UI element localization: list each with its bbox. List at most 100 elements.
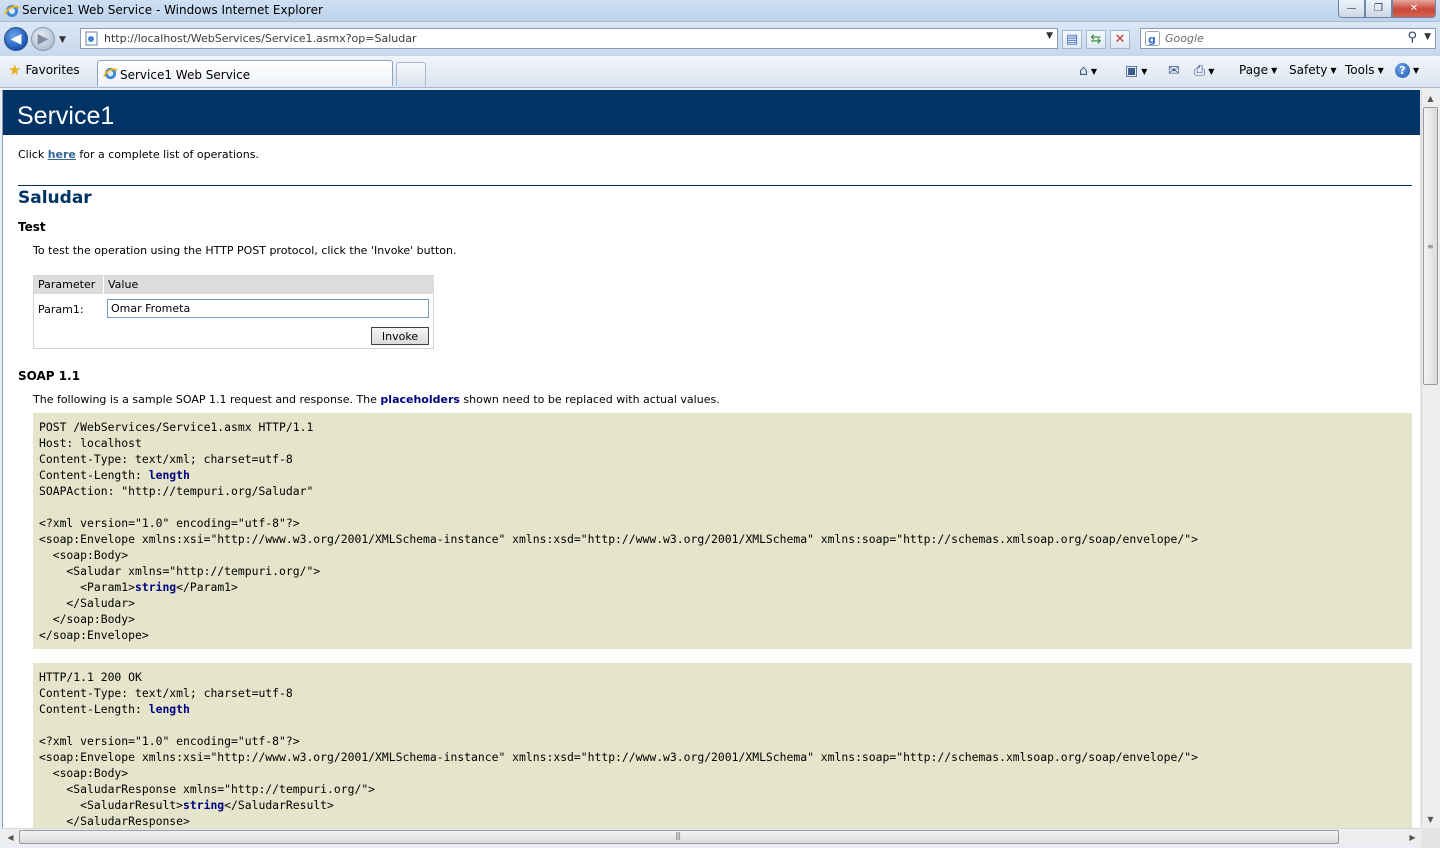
scroll-left-icon[interactable]: ◀ — [2, 829, 19, 846]
compatibility-view-button[interactable]: ▤ — [1062, 30, 1082, 49]
maximize-button[interactable]: ❐ — [1365, 0, 1392, 18]
test-description: To test the operation using the HTTP POS… — [33, 244, 457, 257]
grip-icon: ||| — [675, 831, 681, 840]
print-icon: ⎙ — [1194, 63, 1206, 79]
help-icon: ? — [1395, 63, 1410, 78]
parameter-table: Parameter Value Param1: Invoke — [33, 275, 434, 349]
home-dropdown[interactable]: ▼ — [1091, 67, 1097, 76]
favorites-button[interactable]: ★ Favorites — [8, 61, 80, 79]
navigation-bar: ◀ ▶ ▼ ▼ ▤ ⇆ ✕ g ⚲ ▼ — [0, 22, 1440, 56]
invoke-button[interactable]: Invoke — [371, 327, 429, 345]
recent-pages-dropdown[interactable]: ▼ — [59, 35, 66, 45]
new-tab-button[interactable] — [396, 62, 426, 86]
ie-logo-icon — [103, 67, 118, 80]
param1-label: Param1: — [38, 303, 84, 316]
scrollbar-corner — [1421, 828, 1440, 848]
request-line: <?xml version="1.0" encoding="utf-8"?> — [39, 516, 300, 530]
forward-button[interactable]: ▶ — [31, 27, 55, 51]
placeholder-value: string — [183, 798, 225, 812]
request-line: SOAPAction: "http://tempuri.org/Saludar" — [39, 484, 314, 498]
soap-desc-before: The following is a sample SOAP 1.1 reque… — [33, 393, 381, 406]
page-icon — [85, 31, 98, 46]
safety-menu[interactable]: Safety ▼ — [1289, 63, 1337, 77]
tools-menu[interactable]: Tools ▼ — [1345, 63, 1384, 77]
search-icon[interactable]: ⚲ — [1407, 30, 1417, 45]
response-line: <SaludarResponse xmlns="http://tempuri.o… — [39, 782, 376, 796]
soap-response-sample: HTTP/1.1 200 OK Content-Type: text/xml; … — [33, 663, 1412, 828]
horizontal-scroll-thumb[interactable]: ||| — [19, 830, 1339, 844]
intro-text-after: for a complete list of operations. — [75, 148, 259, 161]
request-line: </soap:Body> — [39, 612, 136, 626]
page-menu[interactable]: Page ▼ — [1239, 63, 1277, 77]
response-line: <soap:Body> — [39, 766, 129, 780]
response-line: <SaludarResult>string</SaludarResult> — [39, 798, 334, 812]
mail-icon: ✉ — [1168, 63, 1180, 79]
request-line: Host: localhost — [39, 436, 142, 450]
response-line: Content-Type: text/xml; charset=utf-8 — [39, 686, 293, 700]
minimize-button[interactable]: — — [1338, 0, 1365, 18]
stop-button[interactable]: ✕ — [1110, 30, 1130, 49]
close-window-button[interactable]: ✕ — [1392, 0, 1436, 18]
scroll-down-icon[interactable]: ▼ — [1422, 811, 1439, 828]
response-line: HTTP/1.1 200 OK — [39, 670, 142, 684]
page-viewport: Service1 Click here for a complete list … — [2, 90, 1420, 828]
back-button[interactable]: ◀ — [4, 27, 28, 51]
compatibility-view-icon: ▤ — [1065, 32, 1079, 47]
param1-input[interactable] — [107, 299, 429, 318]
refresh-button[interactable]: ⇆ — [1086, 30, 1106, 49]
page-menu-label: Page — [1239, 63, 1269, 77]
url-input[interactable] — [104, 30, 1024, 47]
search-box[interactable]: g ⚲ ▼ — [1140, 28, 1436, 49]
read-mail-button[interactable]: ✉ — [1168, 63, 1180, 79]
favorites-star-icon: ★ — [8, 61, 22, 79]
search-options-dropdown[interactable]: ▼ — [1424, 32, 1431, 42]
request-line: POST /WebServices/Service1.asmx HTTP/1.1 — [39, 420, 314, 434]
address-dropdown[interactable]: ▼ — [1046, 31, 1053, 41]
operations-intro: Click here for a complete list of operat… — [18, 148, 259, 161]
response-line: Content-Length: length — [39, 702, 190, 716]
value-column-header: Value — [104, 276, 434, 294]
print-button[interactable]: ⎙ ▼ — [1194, 63, 1214, 79]
request-line: Content-Length: length — [39, 468, 190, 482]
vertical-scroll-thumb[interactable]: ≡ — [1423, 107, 1438, 385]
google-icon: g — [1145, 31, 1160, 46]
horizontal-scrollbar[interactable]: ◀ ||| ▶ — [2, 828, 1421, 845]
search-input[interactable] — [1165, 30, 1395, 47]
scroll-right-icon[interactable]: ▶ — [1404, 829, 1421, 846]
feeds-dropdown[interactable]: ▼ — [1141, 67, 1147, 76]
scroll-up-icon[interactable]: ▲ — [1422, 90, 1439, 107]
svg-text:g: g — [1148, 33, 1156, 46]
safety-menu-label: Safety — [1289, 63, 1328, 77]
request-line: <soap:Body> — [39, 548, 129, 562]
intro-text-before: Click — [18, 148, 48, 161]
tab-service1[interactable]: Service1 Web Service — [97, 60, 393, 86]
help-menu[interactable]: ? ▼ — [1395, 63, 1419, 78]
home-button[interactable]: ⌂ ▼ — [1079, 63, 1097, 79]
vertical-scrollbar[interactable]: ▲ ≡ ▼ — [1421, 90, 1438, 828]
print-dropdown[interactable]: ▼ — [1208, 67, 1214, 76]
favorites-label: Favorites — [25, 63, 80, 77]
test-heading: Test — [18, 220, 46, 234]
section-divider — [18, 185, 1412, 186]
tools-menu-label: Tools — [1345, 63, 1375, 77]
window-title: Service1 Web Service - Windows Internet … — [22, 3, 323, 17]
forward-arrow-icon: ▶ — [37, 31, 49, 47]
parameter-column-header: Parameter — [34, 276, 103, 294]
command-bar: ★ Favorites Service1 Web Service ⌂ ▼ ▣ ▼ ✉… — [0, 56, 1440, 88]
ie-logo-icon — [4, 5, 20, 17]
chevron-down-icon: ▼ — [1271, 65, 1278, 75]
request-line: </Saludar> — [39, 596, 136, 610]
feeds-button[interactable]: ▣ ▼ — [1125, 63, 1147, 79]
operation-title: Saludar — [18, 188, 92, 208]
request-line: <Param1>string</Param1> — [39, 580, 238, 594]
request-line: </soap:Envelope> — [39, 628, 149, 642]
response-line: </SaludarResponse> — [39, 814, 190, 828]
response-line: <soap:Envelope xmlns:xsi="http://www.w3.… — [39, 750, 1198, 764]
address-bar[interactable]: ▼ — [80, 28, 1058, 49]
tab-title: Service1 Web Service — [120, 68, 251, 82]
refresh-icon: ⇆ — [1090, 32, 1102, 47]
operations-list-link[interactable]: here — [48, 148, 76, 161]
soap-desc-after: shown need to be replaced with actual va… — [459, 393, 720, 406]
soap-heading: SOAP 1.1 — [18, 369, 81, 383]
soap-request-sample: POST /WebServices/Service1.asmx HTTP/1.1… — [33, 413, 1412, 649]
